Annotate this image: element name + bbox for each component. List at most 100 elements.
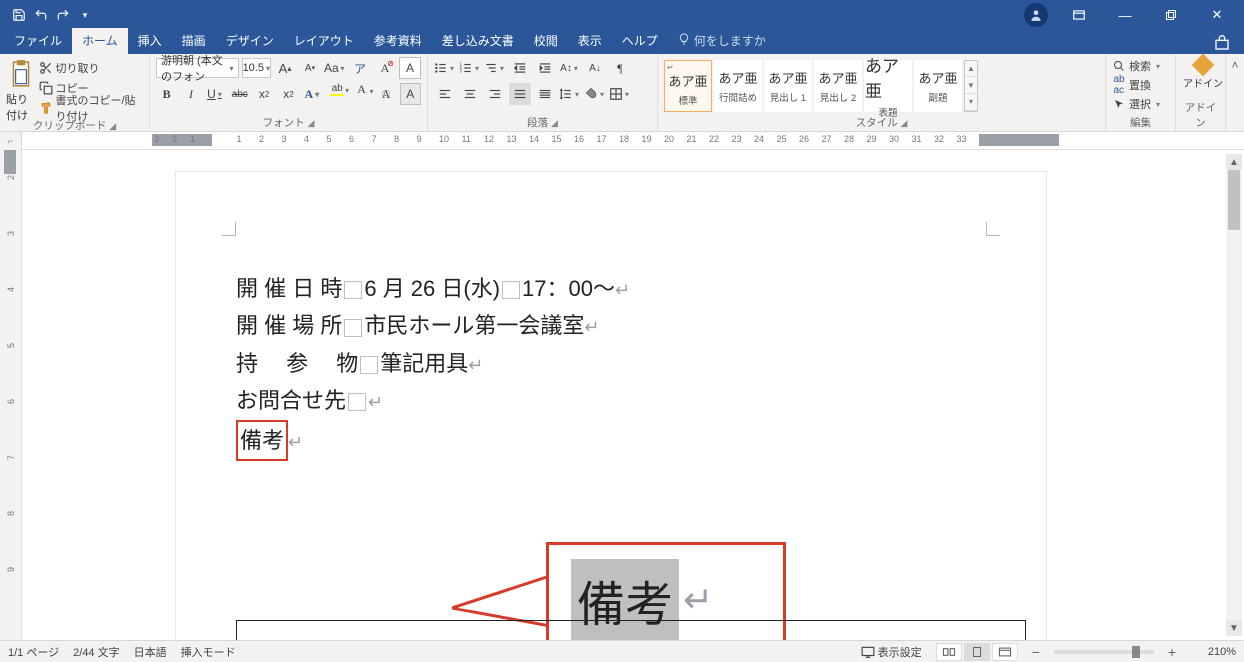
subscript-button[interactable]: x2 [253, 83, 274, 105]
tab-layout[interactable]: レイアウト [284, 28, 364, 54]
dialog-launcher-icon[interactable]: ◢ [901, 118, 908, 128]
doc-line[interactable]: 開 催 日 時6 月 26 日(水)17：00～↵ [236, 270, 986, 307]
strikethrough-button[interactable]: abc [229, 83, 250, 105]
tab-file[interactable]: ファイル [4, 28, 72, 54]
bold-button[interactable]: B [156, 83, 177, 105]
find-button[interactable]: 検索▾ [1112, 57, 1169, 75]
document-canvas[interactable]: 開 催 日 時6 月 26 日(水)17：00～↵開 催 場 所市民ホール第一会… [22, 150, 1244, 640]
scrollbar-thumb[interactable] [1228, 170, 1240, 230]
highlight-button[interactable]: ab▾ [327, 83, 348, 105]
zoom-in-button[interactable]: + [1168, 644, 1176, 660]
style-card-4[interactable]: あア亜表題 [864, 60, 912, 112]
shrink-font-button[interactable]: A▾ [299, 57, 321, 79]
style-card-1[interactable]: あア亜行間詰め [714, 60, 762, 112]
vertical-scrollbar[interactable]: ▲ ▼ [1226, 154, 1242, 636]
sort-button[interactable]: A↓ [584, 57, 606, 79]
tab-help[interactable]: ヘルプ [612, 28, 668, 54]
char-shading-button[interactable]: A [400, 83, 421, 105]
tab-home[interactable]: ホーム [72, 28, 128, 54]
read-mode-button[interactable] [936, 643, 962, 661]
align-left-button[interactable] [434, 83, 456, 105]
grow-font-button[interactable]: A▴ [274, 57, 296, 79]
format-painter-button[interactable]: 書式のコピー/貼り付け [39, 99, 143, 117]
justify-button[interactable] [509, 83, 531, 105]
scroll-down-icon[interactable]: ▼ [1226, 620, 1242, 636]
text-effects-button[interactable]: A▾ [302, 83, 323, 105]
dialog-launcher-icon[interactable]: ◢ [109, 121, 116, 131]
align-center-button[interactable] [459, 83, 481, 105]
increase-indent-button[interactable] [534, 57, 556, 79]
change-case-button[interactable]: Aa▾ [324, 57, 346, 79]
paste-button[interactable]: 貼り付け [6, 57, 36, 115]
doc-line[interactable]: お問合せ先↵ [236, 382, 986, 419]
align-right-button[interactable] [484, 83, 506, 105]
bullets-button[interactable]: ▾ [434, 57, 456, 79]
text-direction-button[interactable]: A↕▾ [559, 57, 581, 79]
multilevel-list-button[interactable]: ▾ [484, 57, 506, 79]
tab-mailings[interactable]: 差し込み文書 [432, 28, 524, 54]
replace-button[interactable]: abac 置換 [1112, 76, 1169, 94]
vertical-ruler[interactable]: 23456789 [0, 150, 22, 640]
zoom-slider[interactable] [1054, 650, 1154, 654]
remarks-textbox[interactable]: ↵ [236, 620, 1026, 640]
web-layout-button[interactable] [992, 643, 1018, 661]
restore-button[interactable] [1148, 0, 1194, 30]
show-marks-button[interactable]: ¶ [609, 57, 631, 79]
tab-design[interactable]: デザイン [216, 28, 284, 54]
tab-view[interactable]: 表示 [568, 28, 612, 54]
qat-customize-icon[interactable]: ▾ [76, 6, 94, 24]
addin-button[interactable]: アドイン [1182, 57, 1224, 90]
numbering-button[interactable]: 123▾ [459, 57, 481, 79]
superscript-button[interactable]: x2 [278, 83, 299, 105]
style-card-3[interactable]: あア亜見出し 2 [814, 60, 862, 112]
borders-button[interactable]: ▾ [609, 83, 631, 105]
styles-gallery[interactable]: ↵あア亜標準あア亜行間詰めあア亜見出し 1あア亜見出し 2あア亜表題あア亜副題▲… [664, 57, 1099, 114]
print-layout-button[interactable] [964, 643, 990, 661]
decrease-indent-button[interactable] [509, 57, 531, 79]
select-button[interactable]: 選択▾ [1112, 95, 1169, 113]
status-page[interactable]: 1/1 ページ [8, 644, 59, 660]
status-insert-mode[interactable]: 挿入モード [181, 644, 236, 660]
shading-button[interactable]: ▾ [584, 83, 606, 105]
dialog-launcher-icon[interactable]: ◢ [308, 118, 315, 128]
doc-line[interactable]: 開 催 場 所市民ホール第一会議室↵ [236, 307, 986, 344]
redo-icon[interactable] [54, 6, 72, 24]
gallery-scroll[interactable]: ▲▼▾ [964, 60, 978, 112]
ribbon-display-options-icon[interactable] [1056, 0, 1102, 30]
scroll-up-icon[interactable]: ▲ [1226, 154, 1242, 170]
minimize-button[interactable]: — [1102, 0, 1148, 30]
undo-icon[interactable] [32, 6, 50, 24]
display-settings-button[interactable]: 表示設定 [861, 644, 922, 660]
style-card-0[interactable]: ↵あア亜標準 [664, 60, 712, 112]
style-card-5[interactable]: あア亜副題 [914, 60, 962, 112]
cut-button[interactable]: 切り取り [39, 59, 143, 77]
collapse-ribbon-icon[interactable]: ˄ [1226, 54, 1244, 131]
dialog-launcher-icon[interactable]: ◢ [551, 118, 558, 128]
underline-button[interactable]: U▾ [205, 83, 226, 105]
share-icon[interactable] [1214, 35, 1230, 54]
horizontal-ruler[interactable]: 3211234567891011121314151617181920212223… [22, 132, 1244, 150]
status-word-count[interactable]: 2/44 文字 [73, 644, 119, 660]
line-spacing-button[interactable]: ▾ [559, 83, 581, 105]
doc-line[interactable]: 備考↵ [236, 420, 986, 461]
italic-button[interactable]: I [180, 83, 201, 105]
status-language[interactable]: 日本語 [134, 644, 167, 660]
tab-draw[interactable]: 描画 [172, 28, 216, 54]
tab-review[interactable]: 校閲 [524, 28, 568, 54]
style-card-2[interactable]: あア亜見出し 1 [764, 60, 812, 112]
phonetic-guide-button[interactable]: ア [349, 57, 371, 79]
char-border-button[interactable]: A [399, 57, 421, 79]
clear-formatting-button[interactable]: A⊘ [374, 57, 396, 79]
close-button[interactable]: ✕ [1194, 0, 1240, 30]
tell-me[interactable]: 何をしますか [668, 28, 776, 54]
save-icon[interactable] [10, 6, 28, 24]
distribute-button[interactable] [534, 83, 556, 105]
account-avatar-icon[interactable] [1024, 3, 1048, 27]
doc-line[interactable]: 持 参 物筆記用具↵ [236, 345, 986, 382]
enclose-char-button[interactable]: A⃝ [375, 83, 396, 105]
document-content[interactable]: 開 催 日 時6 月 26 日(水)17：00～↵開 催 場 所市民ホール第一会… [236, 270, 986, 461]
zoom-out-button[interactable]: − [1032, 644, 1040, 660]
font-size-combo[interactable]: 10.5▾ [242, 58, 271, 78]
tab-insert[interactable]: 挿入 [128, 28, 172, 54]
zoom-level[interactable]: 210% [1190, 646, 1236, 658]
